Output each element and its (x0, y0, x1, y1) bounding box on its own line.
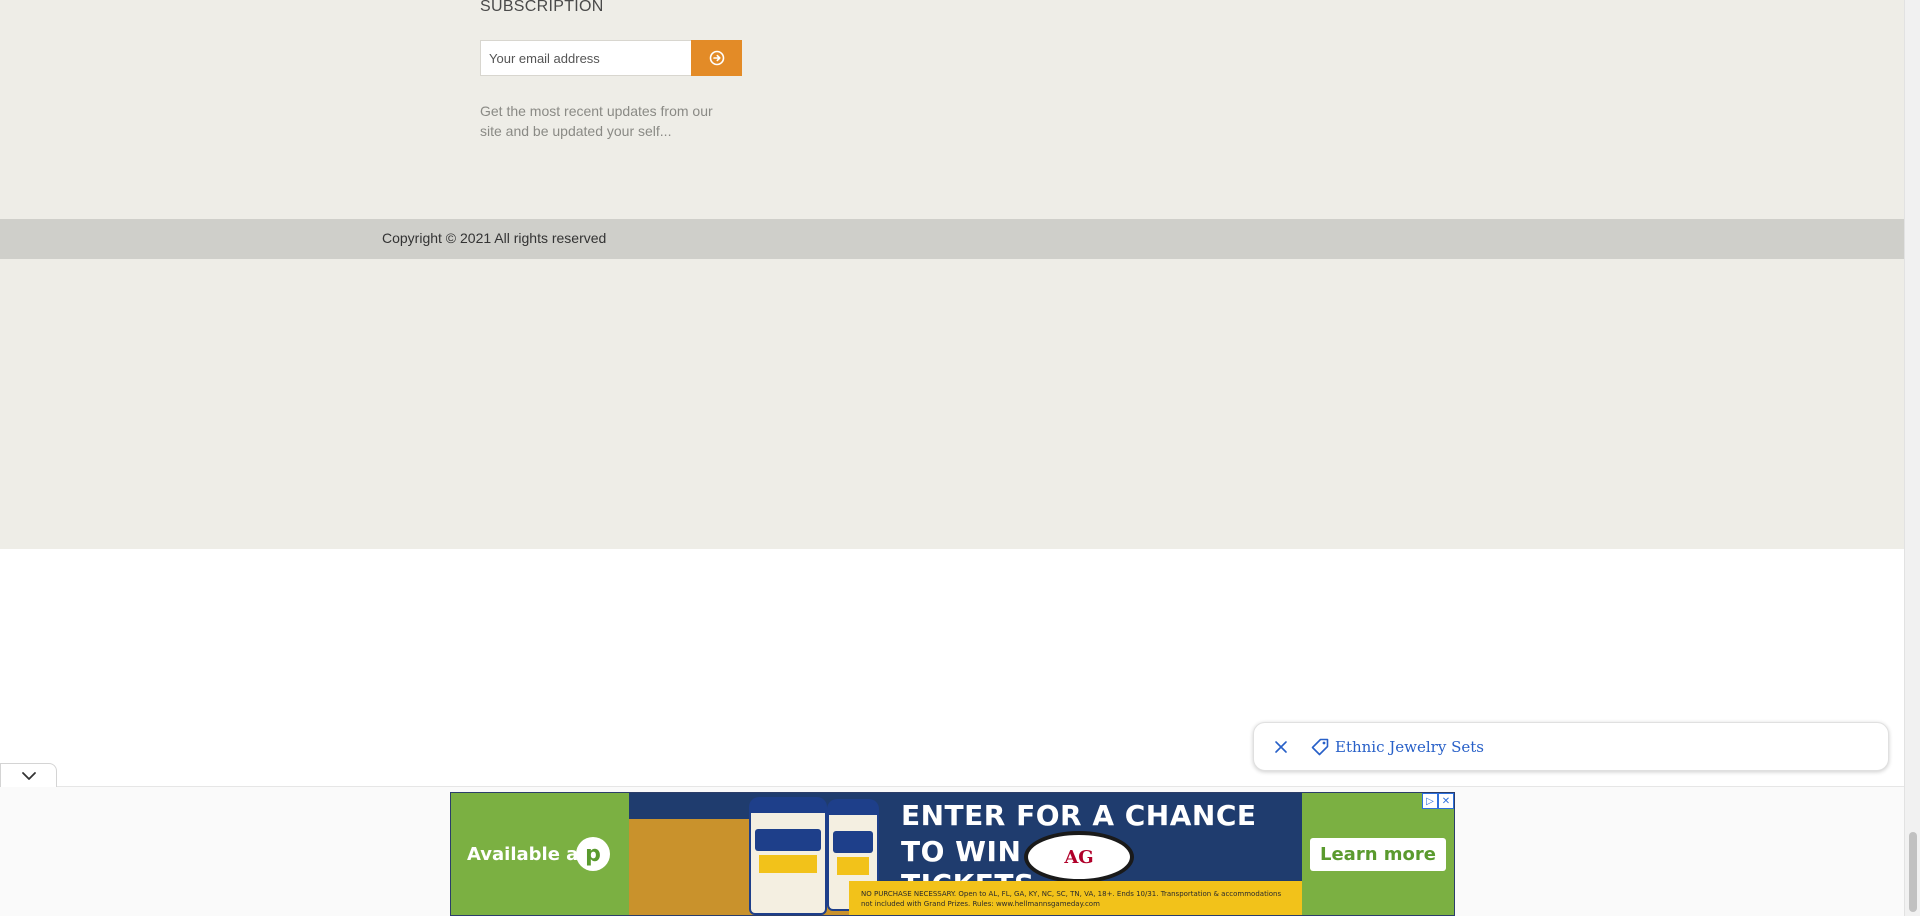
ad-creative: ENTER FOR A CHANCE TO WIN TICKETS AG NO … (629, 793, 1302, 915)
subscription-description: Get the most recent updates from our sit… (480, 103, 713, 139)
football-logo-image: AG (1024, 831, 1134, 883)
ad-fine-print-bar: NO PURCHASE NECESSARY. Open to AL, FL, G… (849, 881, 1302, 915)
subscribe-button[interactable] (691, 40, 742, 76)
arrow-circle-right-icon (709, 50, 724, 66)
footer-area: SUBSCRIPTION Get the most recent updates… (0, 0, 1904, 549)
advertisement-banner[interactable]: Available at p ENTER FOR A CHANCE TO WIN… (450, 792, 1455, 916)
tag-icon (1311, 738, 1329, 756)
learn-more-button[interactable]: Learn more (1310, 837, 1446, 871)
chevron-down-icon (21, 771, 36, 780)
ad-available-text: Available at (467, 843, 587, 865)
ad-fine-print: NO PURCHASE NECESSARY. Open to AL, FL, G… (861, 890, 1282, 908)
adchoices-icon[interactable]: ▷ (1422, 793, 1438, 809)
subscription-heading: SUBSCRIPTION (480, 0, 604, 15)
search-suggestion-chip[interactable]: Ethnic Jewelry Sets (1253, 722, 1889, 771)
copyright-text: Copyright © 2021 All rights reserved (382, 230, 607, 246)
email-field[interactable] (480, 40, 692, 76)
ad-choices-controls: ▷ ✕ (1422, 793, 1454, 809)
scrollbar-thumb[interactable] (1909, 832, 1917, 912)
ad-collapse-toggle[interactable] (0, 763, 57, 787)
close-icon[interactable] (1270, 736, 1292, 758)
suggestion-label[interactable]: Ethnic Jewelry Sets (1335, 738, 1484, 756)
ad-cta-panel: Learn more (1302, 793, 1454, 915)
retailer-logo: p (576, 837, 610, 871)
page: SUBSCRIPTION Get the most recent updates… (0, 0, 1904, 916)
vertical-scrollbar[interactable] (1904, 0, 1920, 916)
ad-retailer-panel: Available at p (451, 793, 629, 915)
ad-close-icon[interactable]: ✕ (1438, 793, 1454, 809)
copyright-bar: Copyright © 2021 All rights reserved (0, 219, 1904, 259)
ad-headline-line1: ENTER FOR A CHANCE (901, 799, 1257, 832)
mayo-jar-image (749, 797, 827, 915)
ad-headline-line2-a: TO WIN (901, 835, 1022, 868)
